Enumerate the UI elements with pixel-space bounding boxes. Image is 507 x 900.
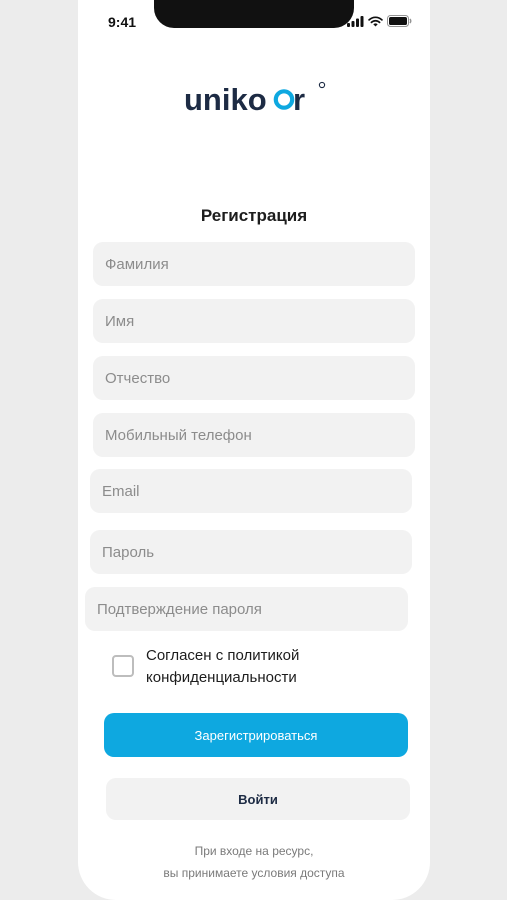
terms-notice-line1: При входе на ресурс, xyxy=(194,844,314,858)
unikoor-logo: uniko r xyxy=(184,81,326,116)
password-field[interactable] xyxy=(90,530,412,574)
login-button[interactable]: Войти xyxy=(106,778,410,820)
terms-notice: При входе на ресурс, вы принимаете услов… xyxy=(78,840,430,884)
device-notch xyxy=(154,0,354,28)
mobile-phone-field[interactable] xyxy=(93,413,415,457)
status-icons xyxy=(347,15,412,27)
battery-icon xyxy=(387,15,412,27)
phone-screen: 9:41 uniko r Регистрация Согла xyxy=(78,0,430,900)
last-name-field[interactable] xyxy=(93,242,415,286)
terms-notice-line2: вы принимаете условия доступа xyxy=(163,866,345,880)
register-button[interactable]: Зарегистрироваться xyxy=(104,713,408,757)
signal-icon xyxy=(347,15,364,27)
confirm-password-field[interactable] xyxy=(85,587,408,631)
privacy-consent-label[interactable]: Согласен с политикой конфиденциальности xyxy=(146,645,336,689)
svg-text:r: r xyxy=(293,82,305,116)
patronymic-field[interactable] xyxy=(93,356,415,400)
svg-text:uniko: uniko xyxy=(184,82,267,116)
privacy-consent: Согласен с политикой конфиденциальности xyxy=(112,645,336,689)
privacy-consent-checkbox[interactable] xyxy=(112,655,134,677)
wifi-icon xyxy=(368,15,383,26)
status-time: 9:41 xyxy=(108,14,137,30)
first-name-field[interactable] xyxy=(93,299,415,343)
page-title: Регистрация xyxy=(200,206,308,225)
email-field[interactable] xyxy=(90,469,412,513)
